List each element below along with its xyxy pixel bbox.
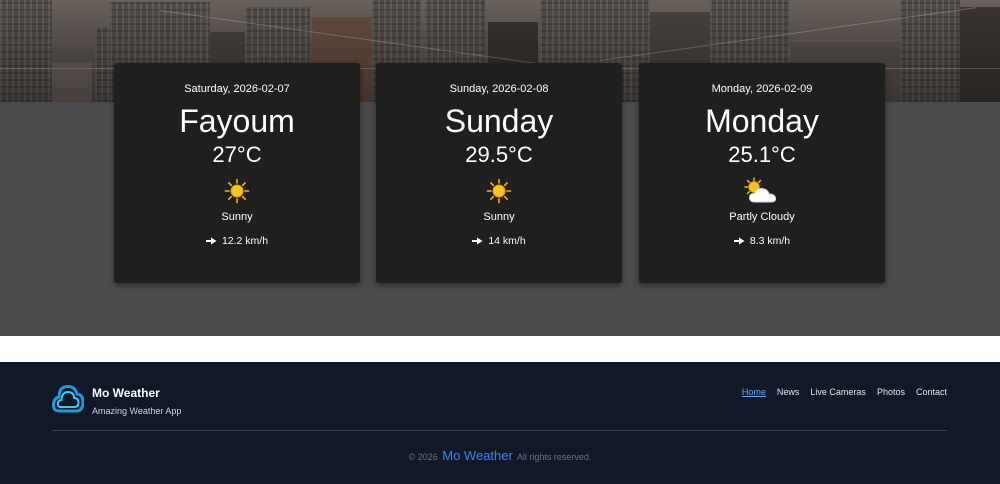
forecast-card: Sunday, 2026-02-08 Sunday 29.5°C Sunny 1…: [376, 63, 622, 283]
forecast-card: Saturday, 2026-02-07 Fayoum 27°C Sunny 1…: [114, 63, 360, 283]
forecast-condition: Partly Cloudy: [729, 211, 795, 223]
wind-arrow-icon: [205, 237, 217, 245]
forecast-temperature: 25.1°C: [728, 142, 796, 167]
nav-link-contact[interactable]: Contact: [916, 386, 947, 398]
forecast-date: Monday, 2026-02-09: [711, 83, 813, 95]
site-footer: Mo Weather Amazing Weather App Home News…: [0, 362, 1000, 484]
forecast-date: Saturday, 2026-02-07: [184, 83, 290, 95]
wind-speed: 8.3 km/h: [749, 235, 791, 247]
forecast-title: Monday: [705, 103, 819, 139]
forecast-card: Monday, 2026-02-09 Monday 25.1°C Partly …: [639, 63, 885, 283]
forecast-condition: Sunny: [221, 211, 253, 223]
forecast-temperature: 27°C: [212, 142, 262, 167]
wind-speed: 12.2 km/h: [221, 235, 269, 247]
partly-cloudy-icon: [742, 176, 782, 206]
sun-icon: [217, 176, 257, 206]
forecast-title: Sunday: [444, 103, 554, 139]
wind-arrow-icon: [733, 237, 745, 245]
copyright-brand: Mo Weather: [442, 448, 513, 463]
sun-icon: [479, 176, 519, 206]
footer-brand[interactable]: Mo Weather Amazing Weather App: [52, 383, 181, 418]
hero-section: Saturday, 2026-02-07 Fayoum 27°C Sunny 1…: [0, 0, 1000, 336]
copyright-suffix: All rights reserved.: [516, 452, 592, 462]
brand-name: Mo Weather: [92, 386, 160, 400]
forecast-condition: Sunny: [483, 211, 515, 223]
copyright: © 2026 Mo Weather All rights reserved.: [0, 448, 1000, 465]
forecast-temperature: 29.5°C: [465, 142, 533, 167]
footer-divider: [52, 430, 947, 431]
nav-link-photos[interactable]: Photos: [877, 386, 905, 398]
forecast-date: Sunday, 2026-02-08: [449, 83, 549, 95]
copyright-prefix: © 2026: [408, 452, 438, 462]
forecast-cards: Saturday, 2026-02-07 Fayoum 27°C Sunny 1…: [114, 63, 885, 283]
footer-nav: Home News Live Cameras Photos Contact: [742, 386, 947, 398]
forecast-wind: 8.3 km/h: [639, 234, 885, 248]
brand-tagline: Amazing Weather App: [92, 406, 182, 416]
nav-link-home[interactable]: Home: [742, 386, 766, 398]
nav-link-live-cameras[interactable]: Live Cameras: [810, 386, 866, 398]
wind-arrow-icon: [472, 237, 483, 245]
forecast-wind: 12.2 km/h: [114, 234, 360, 248]
cloud-logo-icon: [52, 384, 84, 413]
nav-link-news[interactable]: News: [777, 386, 800, 398]
forecast-wind: 14 km/h: [376, 234, 622, 248]
wind-speed: 14 km/h: [488, 235, 526, 247]
forecast-title: Fayoum: [179, 103, 295, 139]
